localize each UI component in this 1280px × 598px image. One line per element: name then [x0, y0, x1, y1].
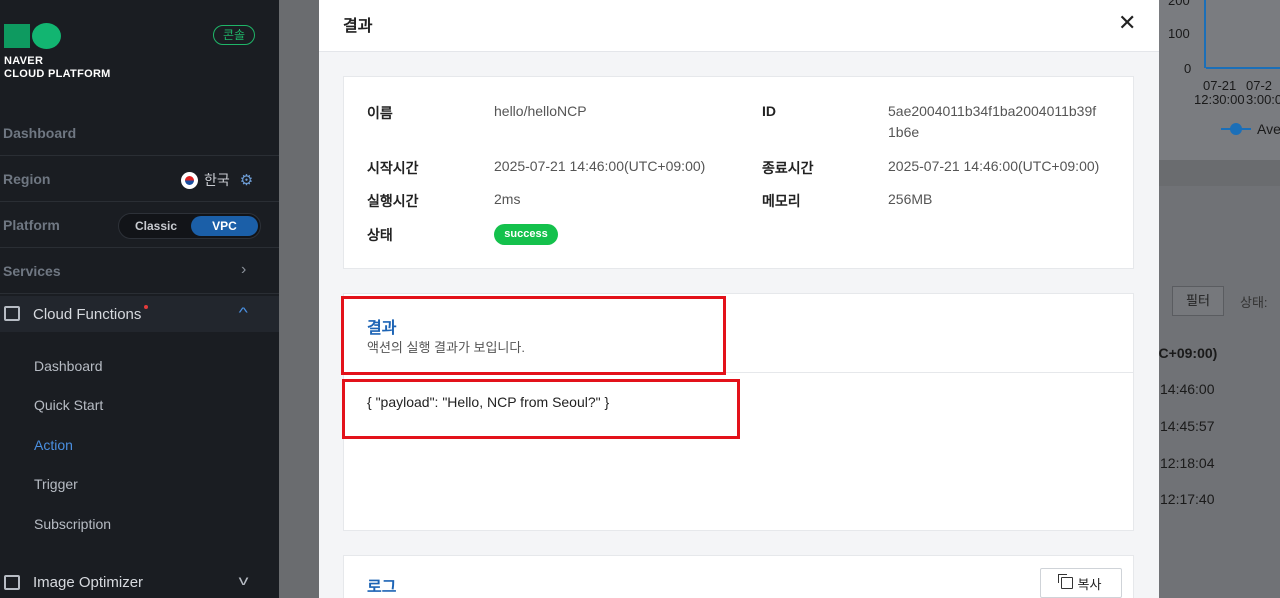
logo-text-platform: CLOUD PLATFORM [4, 68, 111, 80]
table-cell-time: 14:45:57 [1160, 418, 1215, 434]
image-optimizer-label: Image Optimizer [33, 574, 144, 591]
nav-region-label: Region [3, 171, 51, 187]
start-time-value: 2025-07-21 14:46:00(UTC+09:00) [494, 158, 706, 174]
nav-services-label: Services [3, 263, 61, 279]
copy-icon [1057, 574, 1073, 589]
id-value: 5ae2004011b34f1ba2004011b39f 1b6e [888, 101, 1096, 143]
table-cell-time: 14:46:00 [1160, 381, 1215, 397]
filter-button[interactable]: 필터 [1172, 286, 1224, 316]
sidebar-item-trigger[interactable]: Trigger [34, 476, 78, 492]
log-title: 로그 [367, 579, 397, 596]
image-optimizer-icon [4, 575, 20, 590]
copy-button[interactable]: 복사 [1040, 568, 1122, 598]
chart-x-tick-date: 07-2 [1246, 78, 1273, 93]
korea-flag-icon [181, 171, 198, 189]
status-filter[interactable]: 상태: [1240, 292, 1268, 311]
annotation-box-result-header [341, 296, 726, 375]
platform-toggle[interactable]: Classic VPC [118, 213, 261, 239]
platform-option-classic[interactable]: Classic [121, 216, 191, 236]
chart-series-line [1206, 67, 1280, 69]
status-badge: success [494, 224, 558, 245]
chart-y-tick: 0 [1184, 61, 1192, 76]
annotation-box-result-payload [342, 379, 740, 439]
id-value-line2: 1b6e [888, 124, 920, 140]
gear-icon[interactable]: ⚙ [240, 171, 253, 189]
nav-dashboard[interactable]: Dashboard [0, 110, 279, 156]
chart-x-tick-time: 12:30:00 [1194, 92, 1245, 107]
name-label: 이름 [367, 105, 393, 121]
sidebar-item-dashboard[interactable]: Dashboard [34, 358, 103, 374]
sidebar: NAVER CLOUD PLATFORM 콘솔 Dashboard Region… [0, 0, 279, 598]
logo-text-naver: NAVER [4, 55, 44, 67]
duration-value: 2ms [494, 191, 521, 207]
nav-dashboard-label: Dashboard [3, 125, 77, 141]
chart-x-tick-time: 3:00:0 [1246, 92, 1280, 107]
modal-header: 결과 ✕ [319, 0, 1159, 52]
cloud-functions-icon [4, 306, 20, 321]
memory-label: 메모리 [762, 193, 801, 209]
region-value: 한국 [204, 172, 230, 188]
new-indicator-dot [144, 305, 148, 309]
cloud-functions-label: Cloud Functions [33, 306, 142, 323]
nav-image-optimizer[interactable]: Image Optimizer v [0, 566, 279, 598]
memory-value: 256MB [888, 191, 933, 207]
id-value-line1: 5ae2004011b34f1ba2004011b39f [888, 103, 1097, 119]
logo-circle-icon [32, 23, 61, 49]
legend-marker-icon [1221, 123, 1251, 135]
chevron-down-icon[interactable]: v [239, 572, 249, 588]
nav-region: Region 한국 ⚙ [0, 156, 279, 202]
region-selector[interactable]: 한국 ⚙ [181, 170, 253, 190]
close-icon[interactable]: ✕ [1118, 10, 1136, 36]
nav-platform-label: Platform [3, 217, 60, 233]
chart-y-tick: 100 [1168, 26, 1190, 41]
name-value: hello/helloNCP [494, 103, 587, 119]
end-time-label: 종료시간 [762, 160, 814, 176]
chart-series-line [1204, 0, 1206, 68]
chevron-right-icon: › [241, 261, 247, 278]
sidebar-item-subscription[interactable]: Subscription [34, 516, 111, 532]
duration-label: 실행시간 [367, 193, 419, 209]
table-cell-time: 12:18:04 [1160, 455, 1215, 471]
end-time-value: 2025-07-21 14:46:00(UTC+09:00) [888, 158, 1100, 174]
chart-x-tick-date: 07-21 [1203, 78, 1237, 93]
action-info-card: 이름 hello/helloNCP ID 5ae2004011b34f1ba20… [343, 76, 1134, 269]
sidebar-item-quick-start[interactable]: Quick Start [34, 397, 103, 413]
log-card: 로그 복사 [343, 555, 1134, 598]
logo-square-icon [4, 24, 30, 48]
status-label: 상태 [367, 227, 393, 243]
chevron-up-icon[interactable]: ^ [239, 304, 248, 320]
copy-button-label: 복사 [1077, 576, 1102, 592]
console-badge[interactable]: 콘솔 [213, 25, 255, 45]
chart-legend-label: Ave [1257, 121, 1280, 137]
start-time-label: 시작시간 [367, 160, 419, 176]
table-cell-time: 12:17:40 [1160, 491, 1215, 507]
nav-cloud-functions[interactable]: Cloud Functions ^ [0, 296, 279, 332]
table-header-time: TC+09:00) [1150, 345, 1218, 361]
chart-y-tick: 200 [1168, 0, 1190, 8]
modal-title: 결과 [343, 18, 373, 35]
id-label: ID [762, 103, 776, 119]
sidebar-item-action[interactable]: Action [34, 437, 73, 453]
nav-platform: Platform Classic VPC [0, 202, 279, 248]
nav-services[interactable]: Services › [0, 248, 279, 294]
platform-option-vpc[interactable]: VPC [191, 216, 258, 236]
